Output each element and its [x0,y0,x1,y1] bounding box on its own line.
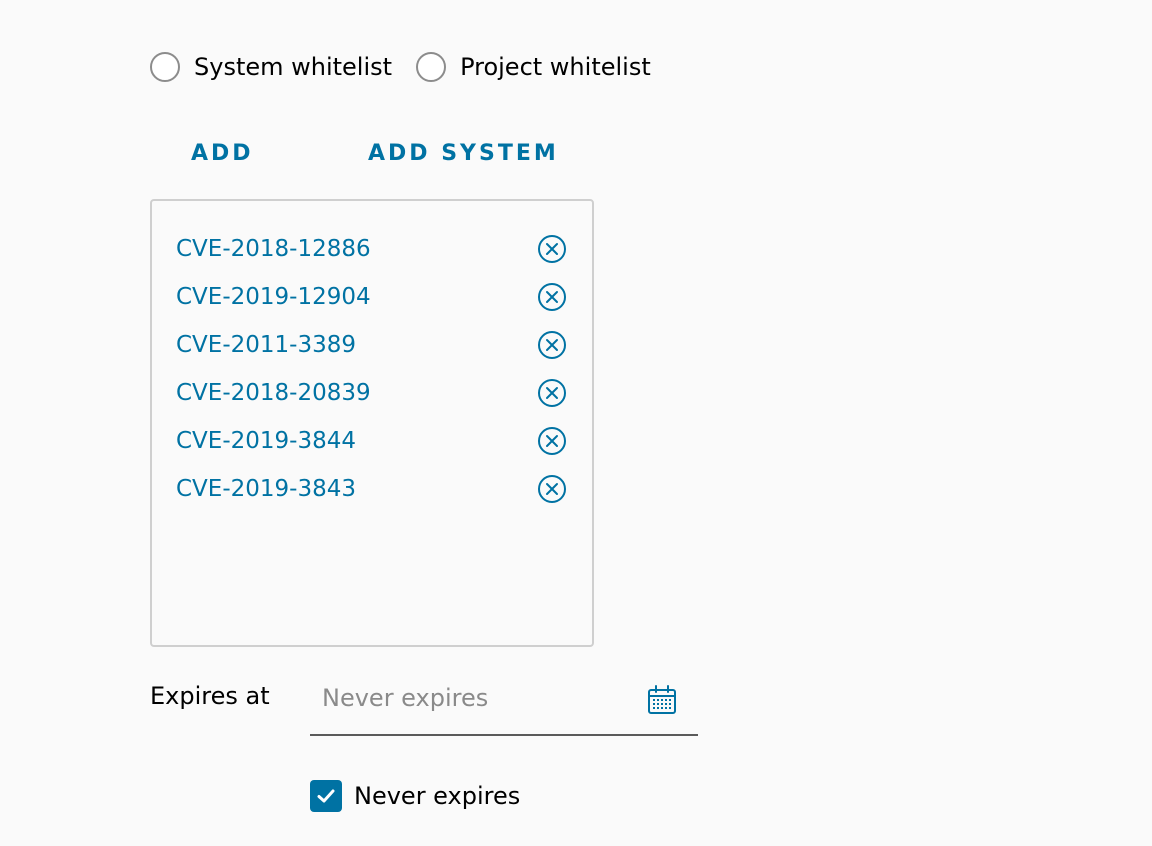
cve-list-item: CVE-2018-12886 [152,225,592,273]
cve-list-item: CVE-2011-3389 [152,321,592,369]
close-circle-icon[interactable] [537,234,567,264]
system-whitelist-radio-circle[interactable] [150,52,180,82]
system-whitelist-label: System whitelist [194,53,393,81]
cve-id[interactable]: CVE-2018-12886 [176,236,371,262]
calendar-icon[interactable] [646,684,678,716]
system-whitelist-radio[interactable]: System whitelist [150,50,392,84]
project-whitelist-radio-circle[interactable] [416,52,447,82]
cve-id[interactable]: CVE-2011-3389 [176,332,356,358]
close-circle-icon[interactable] [537,282,567,312]
never-expires-checkbox-box[interactable] [310,780,342,812]
whitelist-scope-radio-group: System whitelist Project whitelist [150,50,675,84]
whitelist-panel: System whitelist Project whitelist ADD A… [0,0,1152,846]
cve-list-item: CVE-2019-3843 [152,465,592,513]
cve-id[interactable]: CVE-2019-3843 [176,476,356,502]
project-whitelist-radio[interactable]: Project whitelist [416,50,651,84]
cve-id[interactable]: CVE-2019-3844 [176,428,356,454]
cve-list-item: CVE-2018-20839 [152,369,592,417]
close-circle-icon[interactable] [537,330,567,360]
cve-list-item: CVE-2019-12904 [152,273,592,321]
add-system-button[interactable]: ADD SYSTEM [368,136,559,172]
never-expires-checkbox[interactable]: Never expires [310,780,520,812]
close-circle-icon[interactable] [537,378,567,408]
cve-list-item: CVE-2019-3844 [152,417,592,465]
expires-at-input[interactable] [322,680,632,716]
cve-id[interactable]: CVE-2018-20839 [176,380,371,406]
expires-at-label: Expires at [150,682,270,710]
project-whitelist-label: Project whitelist [460,53,651,81]
close-circle-icon[interactable] [537,474,567,504]
checkmark-icon [317,789,335,803]
expires-at-field [310,670,698,736]
add-button[interactable]: ADD [191,136,254,172]
never-expires-label: Never expires [354,782,521,810]
cve-list-box[interactable]: CVE-2018-12886 CVE-2019-12904 CVE-2011-3… [150,199,594,647]
close-circle-icon[interactable] [537,426,567,456]
cve-id[interactable]: CVE-2019-12904 [176,284,371,310]
